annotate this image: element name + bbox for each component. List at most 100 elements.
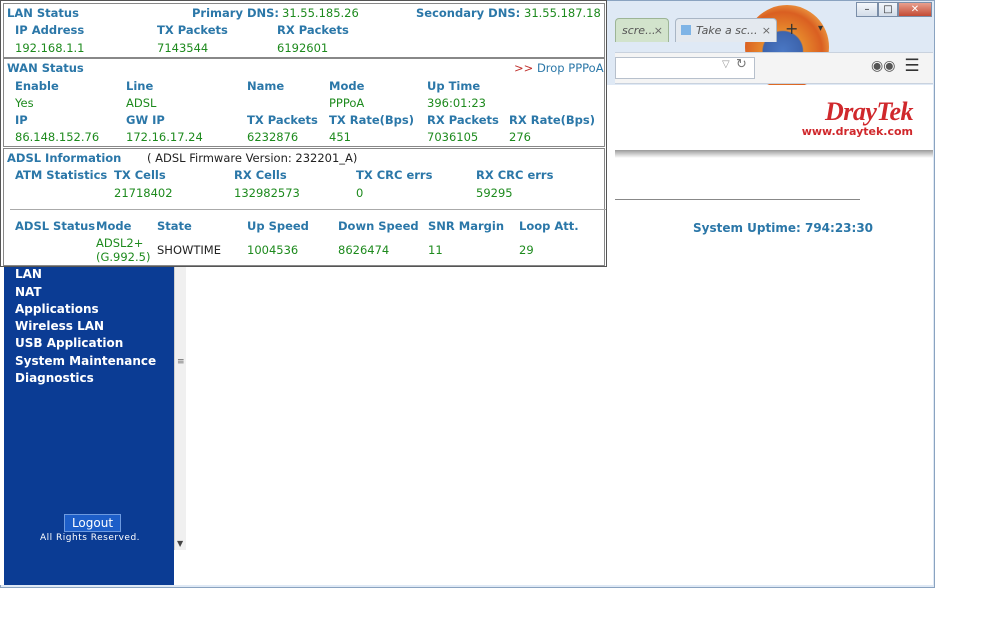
tab-take-a-screenshot[interactable]: Take a sc... × xyxy=(675,18,777,42)
sidebar-item-usb-application[interactable]: USB Application xyxy=(15,336,123,350)
adsl-loop-att: 29 xyxy=(519,243,534,257)
wan-header-uptime: Up Time xyxy=(427,79,481,93)
wan-header-tx-rate: TX Rate(Bps) xyxy=(329,113,414,127)
lan-status-title: LAN Status xyxy=(7,6,79,20)
wan-tx-packets: 6232876 xyxy=(247,130,299,144)
wan-rx-packets: 7036105 xyxy=(427,130,479,144)
drop-pppoa-label: Drop PPPoA xyxy=(536,61,604,75)
adsl-firmware-label: ( ADSL Firmware Version: xyxy=(147,151,292,165)
adsl-information-title: ADSL Information xyxy=(7,151,122,165)
scroll-down-icon[interactable]: ▼ xyxy=(177,539,183,548)
wan-line: ADSL xyxy=(126,96,157,110)
tab-close-icon[interactable]: × xyxy=(654,19,663,42)
sidebar-item-applications[interactable]: Applications xyxy=(15,302,99,316)
sidebar-item-diagnostics[interactable]: Diagnostics xyxy=(15,371,94,385)
wan-header-tx-packets: TX Packets xyxy=(247,113,318,127)
wan-header-enable: Enable xyxy=(15,79,59,93)
new-tab-button[interactable]: + xyxy=(785,19,798,38)
atm-statistics-label: ATM Statistics xyxy=(15,168,108,182)
adsl-down-speed: 8626474 xyxy=(338,243,390,257)
sidebar-scrollbar[interactable]: ≡ ▼ xyxy=(174,267,186,550)
tab-list-chevron-icon[interactable]: ▾ xyxy=(818,23,823,34)
lan-rx-packets: 6192601 xyxy=(277,41,329,55)
adsl-firmware-value: 232201_A) xyxy=(295,151,358,165)
adsl-snr-margin: 11 xyxy=(428,243,443,257)
brand-url: www.draytek.com xyxy=(801,125,913,138)
adsl-header-down-speed: Down Speed xyxy=(338,219,419,233)
adsl-status-label: ADSL Status xyxy=(15,219,96,233)
mask-icon[interactable]: ◉◉ xyxy=(871,58,895,74)
adsl-up-speed: 1004536 xyxy=(247,243,299,257)
url-bar[interactable] xyxy=(615,57,755,79)
lan-status-section: LAN Status Primary DNS: 31.55.185.26 Sec… xyxy=(3,3,605,58)
wan-header-rx-packets: RX Packets xyxy=(427,113,499,127)
secondary-dns-value: 31.55.187.18 xyxy=(524,6,601,20)
wan-ip: 86.148.152.76 xyxy=(15,130,100,144)
adsl-information-section: ADSL Information ( ADSL Firmware Version… xyxy=(3,148,606,266)
wan-rx-rate: 276 xyxy=(509,130,531,144)
adsl-divider xyxy=(10,209,606,210)
sidebar-item-system-maintenance[interactable]: System Maintenance xyxy=(15,354,156,368)
wan-header-mode: Mode xyxy=(329,79,365,93)
adsl-mode-line2: (G.992.5) xyxy=(96,250,151,264)
atm-header-rx-cells: RX Cells xyxy=(234,168,287,182)
wan-header-name: Name xyxy=(247,79,285,93)
wan-tx-rate: 451 xyxy=(329,130,351,144)
wan-header-ip: IP xyxy=(15,113,28,127)
brand: DrayTek www.draytek.com xyxy=(801,97,914,138)
close-window-button[interactable]: ✕ xyxy=(898,2,932,17)
status-popup: LAN Status Primary DNS: 31.55.185.26 Sec… xyxy=(0,0,607,267)
tab-screenshot[interactable]: scre... × xyxy=(615,18,669,42)
adsl-firmware: ( ADSL Firmware Version: 232201_A) xyxy=(147,151,357,165)
atm-header-rx-crc: RX CRC errs xyxy=(476,168,554,182)
tab-close-icon[interactable]: × xyxy=(762,19,771,42)
atm-header-tx-crc: TX CRC errs xyxy=(356,168,433,182)
system-uptime: System Uptime: 794:23:30 xyxy=(693,221,873,235)
atm-rx-crc: 59295 xyxy=(476,186,513,200)
adsl-header-loop-att: Loop Att. xyxy=(519,219,579,233)
lan-header-ip-address: IP Address xyxy=(15,23,85,37)
url-dropdown-icon[interactable]: ▽ xyxy=(722,59,730,70)
rights-text: All Rights Reserved. xyxy=(40,533,141,543)
logout-button[interactable]: Logout xyxy=(64,514,121,532)
wan-header-gw-ip: GW IP xyxy=(126,113,165,127)
lan-header-rx-packets: RX Packets xyxy=(277,23,349,37)
maximize-button[interactable]: □ xyxy=(878,2,898,17)
lan-ip-address: 192.168.1.1 xyxy=(15,41,85,55)
atm-tx-crc: 0 xyxy=(356,186,364,200)
wan-status-section: WAN Status >> Drop PPPoA Enable Line Nam… xyxy=(3,58,605,147)
sidebar-item-wireless-lan[interactable]: Wireless LAN xyxy=(15,319,104,333)
header-shadow xyxy=(615,150,933,158)
wan-mode: PPPoA xyxy=(329,96,365,110)
draytek-logo: DrayTek xyxy=(825,97,913,126)
atm-rx-cells: 132982573 xyxy=(234,186,300,200)
menu-icon[interactable]: ☰ xyxy=(900,55,924,77)
adsl-mode: ADSL2+ (G.992.5) xyxy=(96,236,150,264)
adsl-header-up-speed: Up Speed xyxy=(247,219,309,233)
reload-icon[interactable]: ↻ xyxy=(736,57,747,72)
adsl-header-state: State xyxy=(157,219,192,233)
lan-tx-packets: 7143544 xyxy=(157,41,209,55)
divider xyxy=(615,199,860,200)
adsl-header-snr-margin: SNR Margin xyxy=(428,219,505,233)
wan-header-rx-rate: RX Rate(Bps) xyxy=(509,113,595,127)
primary-dns-value: 31.55.185.26 xyxy=(282,6,359,20)
atm-tx-cells: 21718402 xyxy=(114,186,173,200)
minimize-button[interactable]: – xyxy=(856,2,878,17)
wan-gw-ip: 172.16.17.24 xyxy=(126,130,203,144)
wan-status-title: WAN Status xyxy=(7,61,84,75)
adsl-header-mode: Mode xyxy=(96,219,132,233)
lan-header-tx-packets: TX Packets xyxy=(157,23,228,37)
sidebar-item-lan[interactable]: LAN xyxy=(15,267,42,281)
windows-logo-icon xyxy=(681,25,691,35)
primary-dns-label: Primary DNS: xyxy=(192,6,280,20)
adsl-state: SHOWTIME xyxy=(157,243,221,257)
drop-arrows: >> xyxy=(514,61,534,75)
tab-label: Take a sc... xyxy=(696,24,758,37)
sidebar-item-nat[interactable]: NAT xyxy=(15,285,42,299)
sidebar: LAN NAT Applications Wireless LAN USB Ap… xyxy=(4,267,174,585)
window-controls: – □ ✕ xyxy=(856,2,934,18)
scroll-grip-icon[interactable]: ≡ xyxy=(177,357,185,367)
tab-strip: scre... × Take a sc... × xyxy=(615,18,935,44)
drop-pppoa-link[interactable]: >> Drop PPPoA xyxy=(514,61,604,75)
